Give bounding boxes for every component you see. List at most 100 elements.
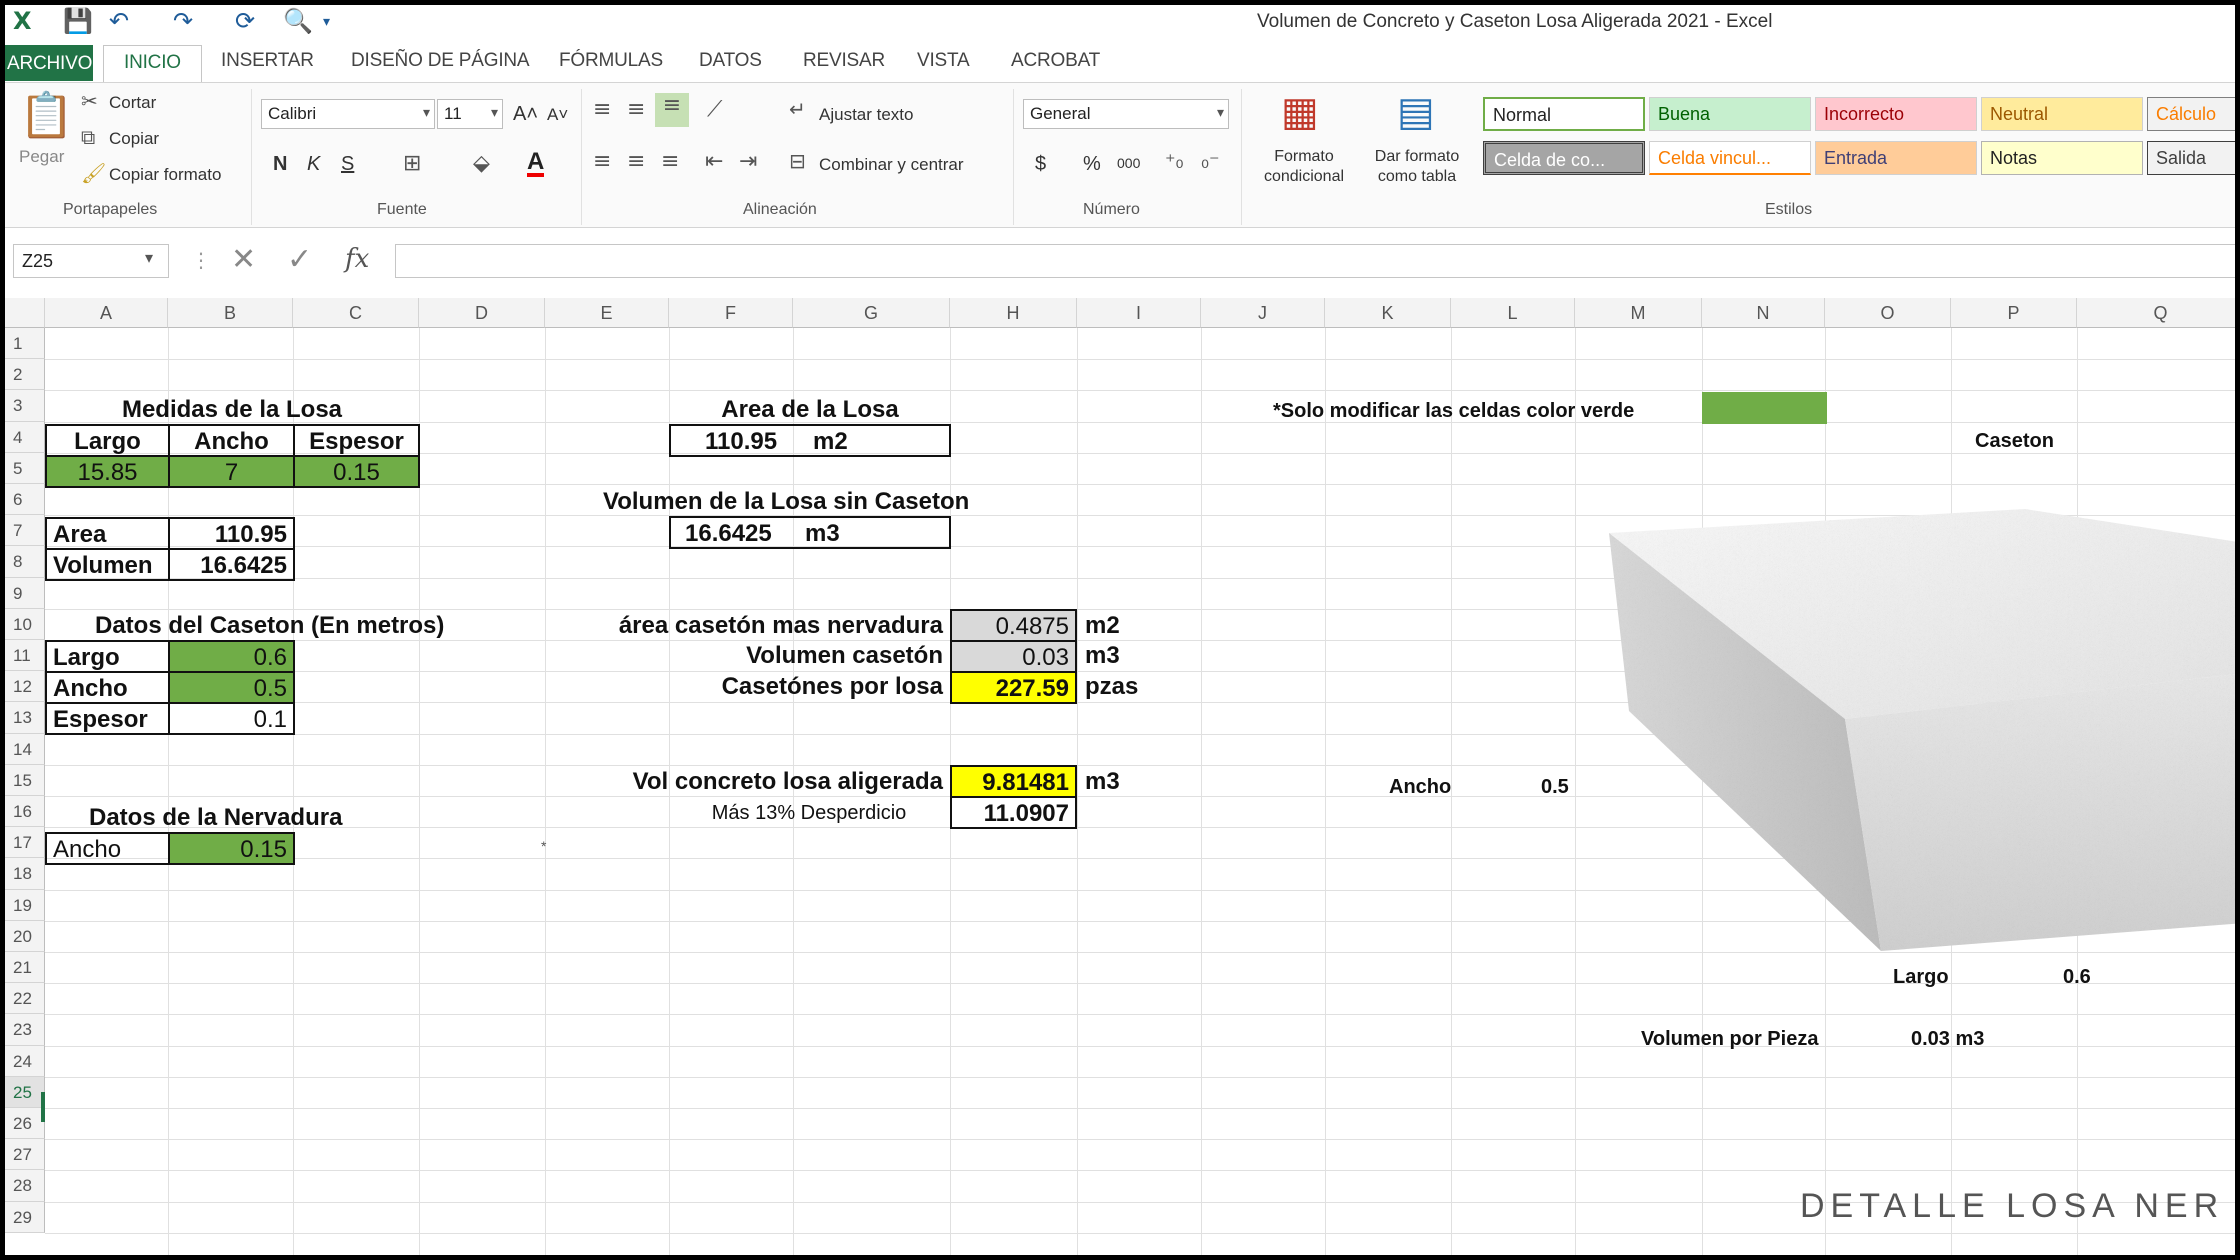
merge-center-button[interactable]: Combinar y centrar [819, 155, 964, 175]
row-header[interactable]: 28 [5, 1170, 45, 1202]
bold-button[interactable]: N [273, 153, 287, 176]
row-header[interactable]: 19 [5, 889, 45, 921]
decrease-indent-icon[interactable]: ⇤ [705, 149, 723, 174]
increase-decimal-icon[interactable]: ⁺₀ [1165, 149, 1184, 173]
row-header[interactable]: 3 [5, 390, 45, 422]
style-incorrecto[interactable]: Incorrecto [1815, 97, 1977, 131]
row-header[interactable]: 17 [5, 827, 45, 859]
refresh-icon[interactable]: ⟳ [235, 7, 255, 35]
italic-button[interactable]: K [307, 153, 320, 176]
align-center-icon[interactable]: ≡ [627, 149, 645, 174]
print-preview-icon[interactable]: 🔍 [283, 7, 313, 35]
tab-diseno[interactable]: DISEÑO DE PÁGINA [351, 50, 530, 72]
tab-acrobat[interactable]: ACROBAT [1011, 50, 1100, 72]
currency-button[interactable]: $ [1035, 153, 1046, 176]
column-header[interactable]: I [1077, 298, 1201, 328]
font-size-select[interactable]: 11 [437, 99, 503, 129]
row-header[interactable]: 18 [5, 858, 45, 890]
column-header[interactable]: L [1451, 298, 1575, 328]
shrink-font-icon[interactable]: A˅ [547, 105, 568, 125]
style-salida[interactable]: Salida [2147, 141, 2235, 175]
row-header[interactable]: 7 [5, 515, 45, 547]
column-header[interactable]: D [419, 298, 545, 328]
column-header[interactable]: A [45, 298, 168, 328]
align-middle-icon[interactable]: ≡ [627, 97, 645, 122]
row-header[interactable]: 1 [5, 328, 45, 360]
column-header[interactable]: E [545, 298, 669, 328]
undo-icon[interactable]: ↶ [109, 7, 129, 35]
tab-datos[interactable]: DATOS [699, 50, 762, 72]
customize-qat-icon[interactable]: ▾ [323, 14, 330, 30]
row-header[interactable]: 22 [5, 983, 45, 1015]
header-ancho[interactable]: Ancho [168, 424, 295, 457]
column-header[interactable]: O [1825, 298, 1951, 328]
column-header[interactable]: B [168, 298, 293, 328]
redo-icon[interactable]: ↷ [173, 7, 193, 35]
column-header[interactable]: H [950, 298, 1077, 328]
input-n-ancho[interactable]: 0.15 [168, 832, 295, 865]
value-c-espesor[interactable]: 0.1 [168, 702, 295, 735]
orientation-icon[interactable]: ⟋ [707, 97, 722, 122]
tab-formulas[interactable]: FÓRMULAS [559, 50, 663, 72]
column-header[interactable]: N [1702, 298, 1825, 328]
value-casetones-losa[interactable]: 227.59 [950, 671, 1077, 704]
copy-button[interactable]: Copiar [109, 129, 159, 149]
value-volumen[interactable]: 16.6425 [168, 548, 295, 581]
font-name-select[interactable]: Calibri [261, 99, 435, 129]
wrap-text-button[interactable]: Ajustar texto [819, 105, 914, 125]
select-all-corner[interactable] [5, 298, 45, 328]
row-header[interactable]: 20 [5, 920, 45, 952]
paste-button[interactable]: Pegar [19, 147, 64, 167]
cut-button[interactable]: Cortar [109, 93, 156, 113]
increase-indent-icon[interactable]: ⇥ [739, 149, 757, 174]
percent-button[interactable]: % [1083, 153, 1101, 176]
formula-input[interactable] [395, 244, 2235, 278]
row-header[interactable]: 21 [5, 952, 45, 984]
row-header[interactable]: 10 [5, 608, 45, 640]
value-vol-concreto[interactable]: 9.81481 [950, 765, 1077, 798]
value-area[interactable]: 110.95 [168, 517, 295, 550]
font-color-button[interactable]: A [527, 150, 545, 177]
header-largo[interactable]: Largo [45, 424, 170, 457]
tab-archivo[interactable]: ARCHIVO [5, 45, 93, 81]
input-largo[interactable]: 15.85 [45, 455, 170, 488]
style-entrada[interactable]: Entrada [1815, 141, 1977, 175]
align-left-icon[interactable]: ≡ [593, 149, 611, 174]
paste-icon[interactable]: 📋 [19, 89, 74, 141]
save-icon[interactable]: 💾 [63, 7, 93, 35]
row-header[interactable]: 11 [5, 640, 45, 672]
tab-inicio[interactable]: INICIO [103, 45, 202, 83]
row-header[interactable]: 24 [5, 1045, 45, 1077]
label-volumen[interactable]: Volumen [45, 548, 170, 581]
insert-function-icon[interactable]: fx [345, 244, 369, 274]
conditional-format-button[interactable]: Formato condicional [1249, 147, 1359, 187]
number-format-select[interactable]: General [1023, 99, 1229, 129]
cancel-icon[interactable]: ✕ [231, 242, 256, 277]
green-swatch[interactable] [1702, 392, 1827, 424]
tab-revisar[interactable]: REVISAR [803, 50, 885, 72]
column-header[interactable]: K [1325, 298, 1451, 328]
column-header[interactable]: C [293, 298, 419, 328]
underline-button[interactable]: S [341, 153, 354, 176]
column-header[interactable]: J [1201, 298, 1325, 328]
row-header[interactable]: 8 [5, 546, 45, 578]
label-area[interactable]: Area [45, 517, 170, 550]
style-calculo[interactable]: Cálculo [2147, 97, 2235, 131]
thousands-button[interactable]: 000 [1117, 155, 1140, 171]
row-header[interactable]: 6 [5, 484, 45, 516]
label-c-ancho[interactable]: Ancho [45, 671, 170, 704]
header-espesor[interactable]: Espesor [293, 424, 420, 457]
column-header[interactable]: F [669, 298, 793, 328]
align-right-icon[interactable]: ≡ [661, 149, 679, 174]
value-vol-caseton[interactable]: 0.03 [950, 640, 1077, 673]
align-bottom-icon[interactable]: ≡ [655, 93, 689, 127]
input-espesor[interactable]: 0.15 [293, 455, 420, 488]
area-losa-box[interactable]: 110.95 m2 [669, 424, 951, 457]
input-c-ancho[interactable]: 0.5 [168, 671, 295, 704]
row-header[interactable]: 16 [5, 796, 45, 828]
row-header[interactable]: 25 [5, 1076, 45, 1108]
tab-vista[interactable]: VISTA [917, 50, 970, 72]
column-header[interactable]: M [1575, 298, 1702, 328]
name-box-dropdown-icon[interactable]: ▾ [145, 248, 153, 267]
row-header[interactable]: 12 [5, 671, 45, 703]
